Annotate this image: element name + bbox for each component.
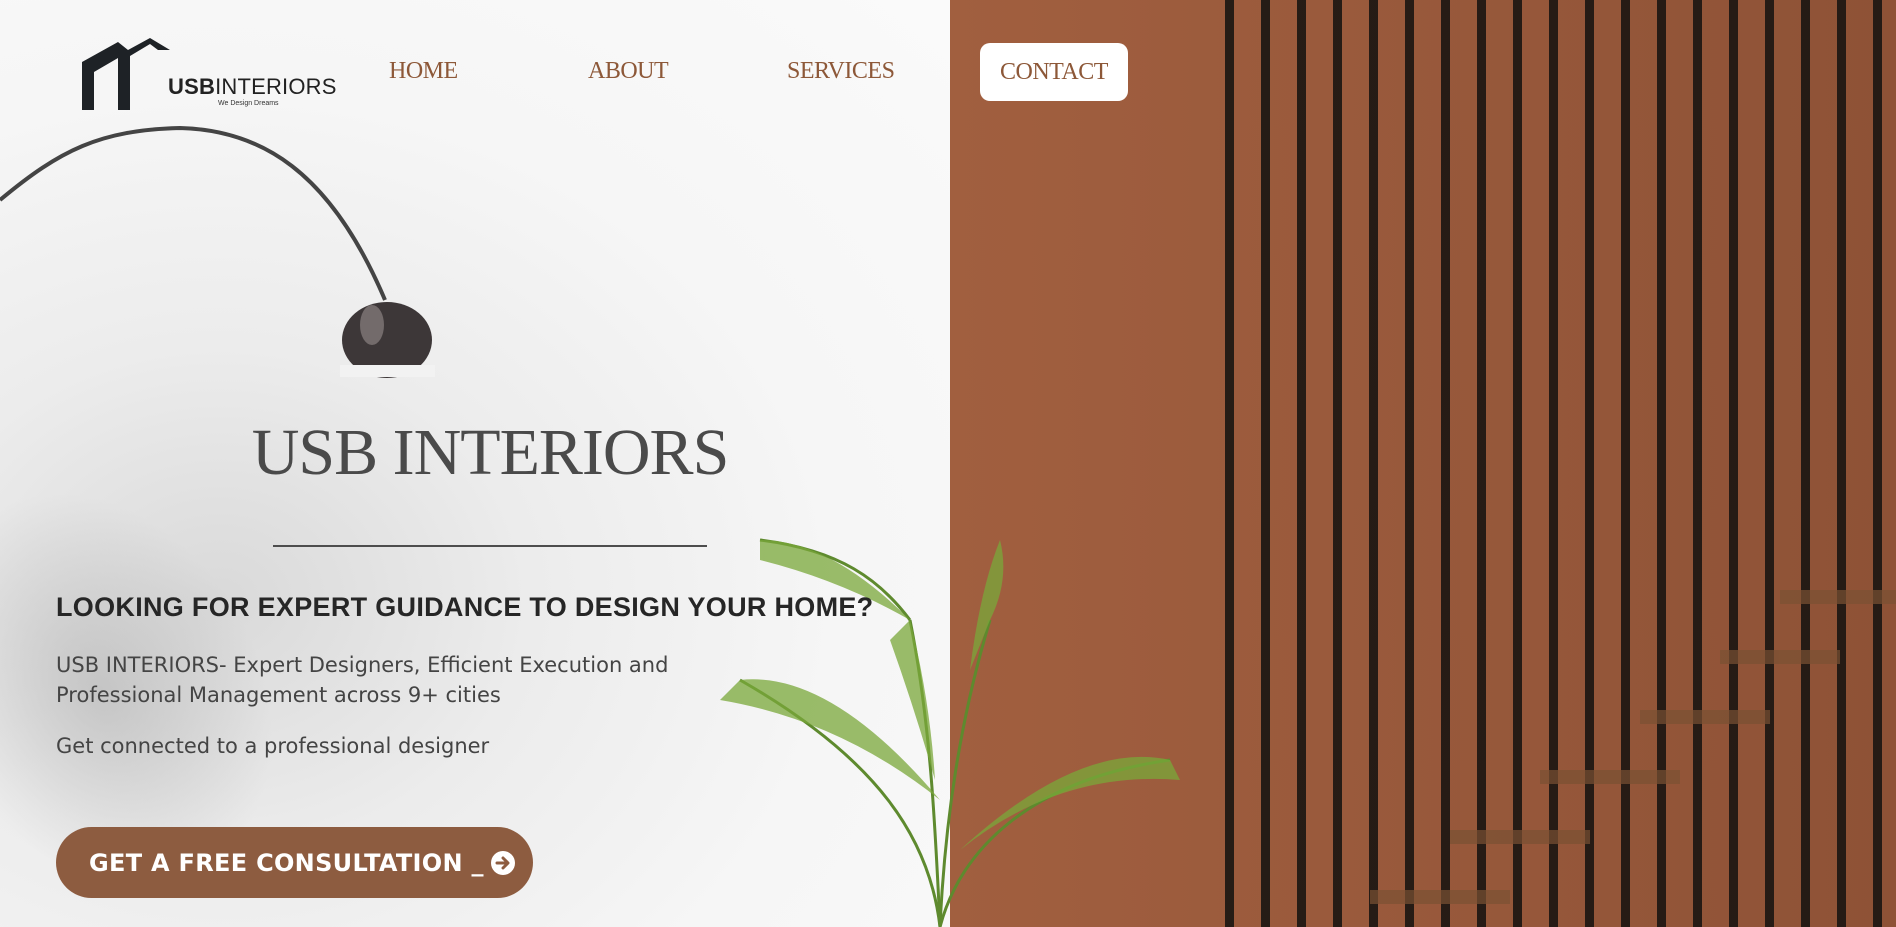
hero-description: USB INTERIORS- Expert Designers, Efficie… — [56, 653, 669, 707]
free-consultation-button[interactable]: GET A FREE CONSULTATION _ — [56, 827, 533, 898]
nav-about[interactable]: ABOUT — [588, 58, 669, 85]
logo-primary: USB — [168, 74, 216, 99]
logo-text: USBINTERIORS — [168, 74, 337, 100]
nav-home[interactable]: HOME — [389, 58, 458, 85]
title-divider — [273, 545, 707, 547]
floating-stairs-image — [1370, 590, 1896, 904]
cta-label: GET A FREE CONSULTATION _ — [89, 848, 484, 877]
nav-services[interactable]: SERVICES — [787, 58, 895, 85]
logo-secondary: INTERIORS — [215, 74, 337, 99]
nav-contact[interactable]: CONTACT — [980, 43, 1128, 101]
hero-subtext: Get connected to a professional designer — [56, 734, 490, 758]
hero-title: USB INTERIORS — [251, 416, 730, 489]
logo-tagline: We Design Dreams — [218, 100, 279, 107]
palm-plant-image — [720, 538, 1180, 927]
hero-headline: LOOKING FOR EXPERT GUIDANCE TO DESIGN YO… — [56, 592, 874, 622]
arrow-circle-right-icon — [490, 850, 515, 875]
